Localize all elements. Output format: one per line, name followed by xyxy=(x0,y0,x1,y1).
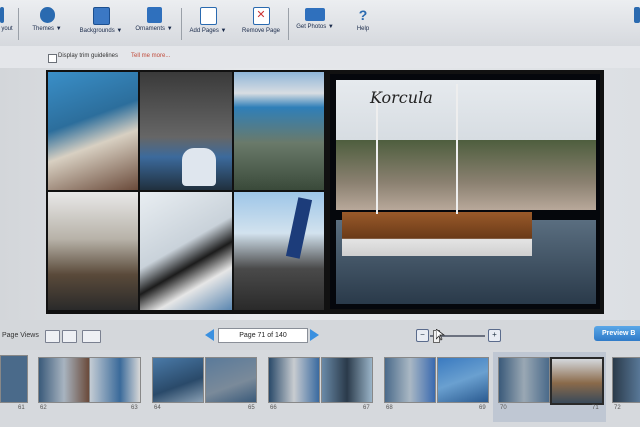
add-pages-label: Add Pages ▼ xyxy=(189,28,227,34)
photo-boat-people[interactable] xyxy=(48,72,138,190)
mouse-cursor-icon xyxy=(436,329,445,341)
toolbar-separator xyxy=(181,8,182,40)
prev-page-arrow-icon[interactable] xyxy=(205,329,214,341)
ship-mast xyxy=(376,90,378,214)
page-thumbnail[interactable] xyxy=(384,357,436,403)
town-hillside xyxy=(336,140,596,210)
tell-me-more-link[interactable]: Tell me more... xyxy=(131,53,170,59)
page-thumbnail-current-left[interactable] xyxy=(498,357,550,403)
blue-banner xyxy=(285,197,313,259)
page-thumbnail[interactable] xyxy=(205,357,257,403)
single-page-view-icon[interactable] xyxy=(45,330,60,343)
ornaments-label: Ornaments ▼ xyxy=(135,26,173,32)
remove-page-icon: ✕ xyxy=(252,7,270,25)
page-thumbnail[interactable] xyxy=(89,357,141,403)
page-indicator: Page 71 of 140 xyxy=(218,328,308,343)
zoom-in-button[interactable]: + xyxy=(488,329,501,342)
camera-icon xyxy=(305,8,325,21)
remove-page-button[interactable]: ✕ Remove Page xyxy=(238,4,284,44)
themes-label: Themes ▼ xyxy=(32,26,62,32)
trim-guidelines-checkbox[interactable] xyxy=(48,54,57,63)
toolbar-separator xyxy=(288,8,289,40)
photo-rowboat[interactable] xyxy=(140,72,232,190)
page-thumbnail[interactable] xyxy=(437,357,489,403)
ship-mast xyxy=(456,84,458,214)
page-number: 70 xyxy=(500,405,507,411)
page-thumbnail[interactable] xyxy=(0,355,28,403)
page-thumbnail-current-right[interactable] xyxy=(550,357,604,405)
toolbar-separator xyxy=(18,8,19,40)
ornaments-icon xyxy=(146,7,162,23)
photo-korcula-ship[interactable] xyxy=(336,80,596,304)
cropped-icon xyxy=(634,7,640,23)
page-number: 64 xyxy=(154,405,161,411)
palette-icon xyxy=(39,7,55,23)
photo-harbor-crowd[interactable] xyxy=(234,192,324,310)
preview-button[interactable]: Preview B xyxy=(594,326,640,341)
add-pages-button[interactable]: Add Pages ▼ xyxy=(186,4,230,44)
page-number: 68 xyxy=(386,405,393,411)
remove-page-label: Remove Page xyxy=(241,28,281,34)
page-number: 61 xyxy=(18,405,25,411)
rowboat-shape xyxy=(182,148,216,186)
backgrounds-label: Backgrounds ▼ xyxy=(79,28,123,34)
cropped-toolbar-button[interactable] xyxy=(630,4,640,44)
page-number: 72 xyxy=(614,405,621,411)
page-thumbnail[interactable] xyxy=(612,357,640,403)
layout-button[interactable]: yout xyxy=(0,4,14,44)
page-number: 62 xyxy=(40,405,47,411)
help-icon: ? xyxy=(358,7,368,23)
zoom-out-button[interactable]: − xyxy=(416,329,429,342)
page-number: 69 xyxy=(479,405,486,411)
page-thumbnail[interactable] xyxy=(321,357,373,403)
spread-view-icon[interactable] xyxy=(62,330,77,343)
photo-coast[interactable] xyxy=(234,72,324,190)
page-thumbnail[interactable] xyxy=(152,357,204,403)
ornaments-button[interactable]: Ornaments ▼ xyxy=(132,4,176,44)
grid-view-icon[interactable] xyxy=(82,330,101,343)
page-number: 65 xyxy=(248,405,255,411)
get-photos-label: Get Photos ▼ xyxy=(296,24,334,30)
add-page-icon xyxy=(199,7,217,25)
themes-button[interactable]: Themes ▼ xyxy=(28,4,66,44)
backgrounds-button[interactable]: Backgrounds ▼ xyxy=(76,4,126,44)
page-number: 66 xyxy=(270,405,277,411)
photo-sailboat-deck[interactable] xyxy=(140,192,232,310)
page-number: 67 xyxy=(363,405,370,411)
photo-caption[interactable]: Korcula xyxy=(370,88,433,107)
page-number: 71 xyxy=(592,405,599,411)
page-thumbnail[interactable] xyxy=(38,357,90,403)
help-label: Help xyxy=(356,26,370,32)
photo-dining[interactable] xyxy=(48,192,138,310)
page-views-label: Page Views xyxy=(2,332,39,339)
trim-guidelines-label: Display trim guidelines xyxy=(58,53,119,59)
layout-icon xyxy=(0,7,4,23)
ship-hull xyxy=(342,212,532,256)
next-page-arrow-icon[interactable] xyxy=(310,329,319,341)
get-photos-button[interactable]: Get Photos ▼ xyxy=(294,4,336,44)
page-thumbnail[interactable] xyxy=(268,357,320,403)
backgrounds-icon xyxy=(92,7,110,25)
layout-label: yout xyxy=(1,26,13,32)
page-number: 63 xyxy=(131,405,138,411)
help-button[interactable]: ? Help xyxy=(352,4,374,44)
